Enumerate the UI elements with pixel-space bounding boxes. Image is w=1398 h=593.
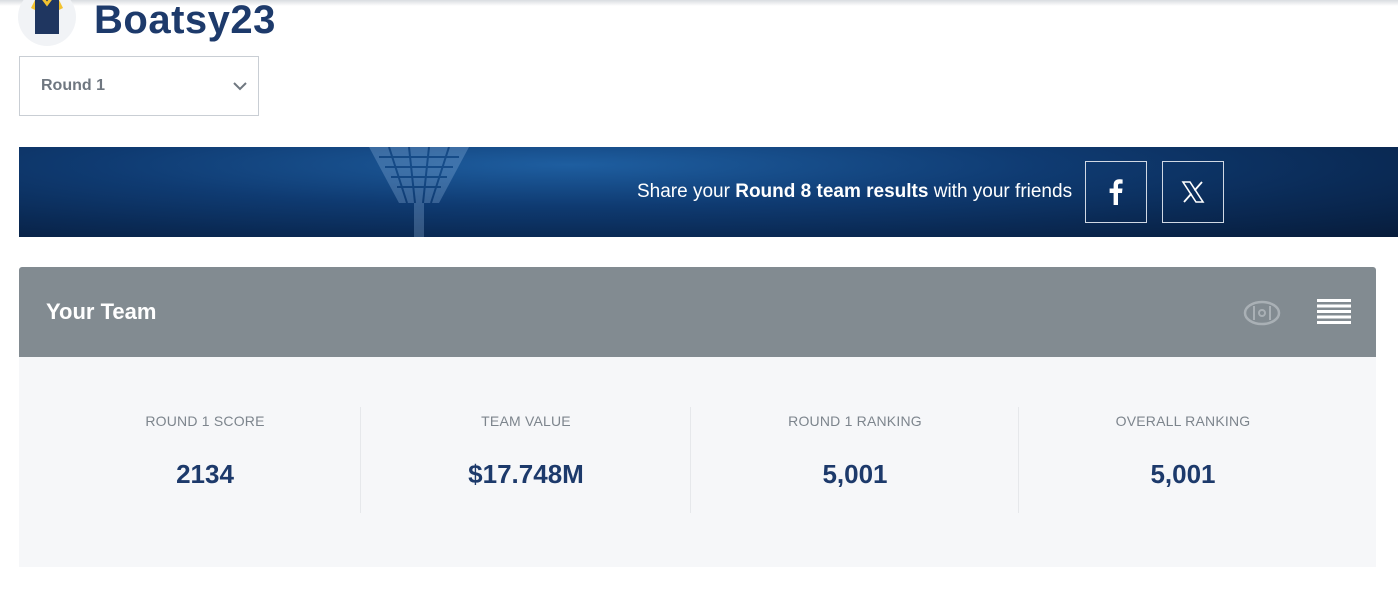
round-select[interactable]: Round 1: [19, 56, 259, 116]
stat-label: OVERALL RANKING: [1115, 413, 1251, 429]
share-banner: Share your Round 8 team results with you…: [19, 147, 1398, 237]
profile-header: Boatsy23: [18, 0, 276, 46]
field-view-icon[interactable]: [1243, 300, 1281, 326]
avatar: [18, 0, 76, 46]
stat-value: 2134: [176, 459, 234, 489]
x-share-button[interactable]: [1162, 161, 1224, 223]
stat-value: 5,001: [822, 459, 888, 489]
username: Boatsy23: [94, 0, 276, 42]
chevron-down-icon: [233, 82, 247, 91]
stat-label: ROUND 1 SCORE: [145, 413, 265, 429]
team-stats: ROUND 1 SCORE 2134 TEAM VALUE $17.748M R…: [19, 357, 1376, 567]
x-icon: [1181, 181, 1205, 203]
round-select-value: Round 1: [41, 77, 105, 94]
facebook-share-button[interactable]: [1085, 161, 1147, 223]
team-title: Your Team: [46, 299, 157, 324]
facebook-icon: [1109, 179, 1123, 205]
list-view-icon[interactable]: [1317, 299, 1351, 325]
stat-round-score: ROUND 1 SCORE 2134: [51, 407, 359, 513]
share-prefix: Share your: [637, 181, 736, 202]
your-team-bar: Your Team: [19, 267, 1376, 357]
stadium-light-icon: [369, 147, 469, 237]
stat-value: 5,001: [1150, 459, 1216, 489]
stat-team-value: TEAM VALUE $17.748M: [361, 407, 691, 513]
share-highlight: Round 8 team results: [735, 181, 929, 202]
stat-value: $17.748M: [468, 459, 584, 489]
jersey-icon: [31, 0, 63, 34]
stat-round-ranking: ROUND 1 RANKING 5,001: [691, 407, 1019, 513]
share-suffix: with your friends: [928, 181, 1073, 202]
stat-label: ROUND 1 RANKING: [788, 413, 922, 429]
stat-overall-ranking: OVERALL RANKING 5,001: [1019, 407, 1347, 513]
stat-label: TEAM VALUE: [481, 413, 571, 429]
share-text: Share your Round 8 team results with you…: [637, 147, 1072, 237]
